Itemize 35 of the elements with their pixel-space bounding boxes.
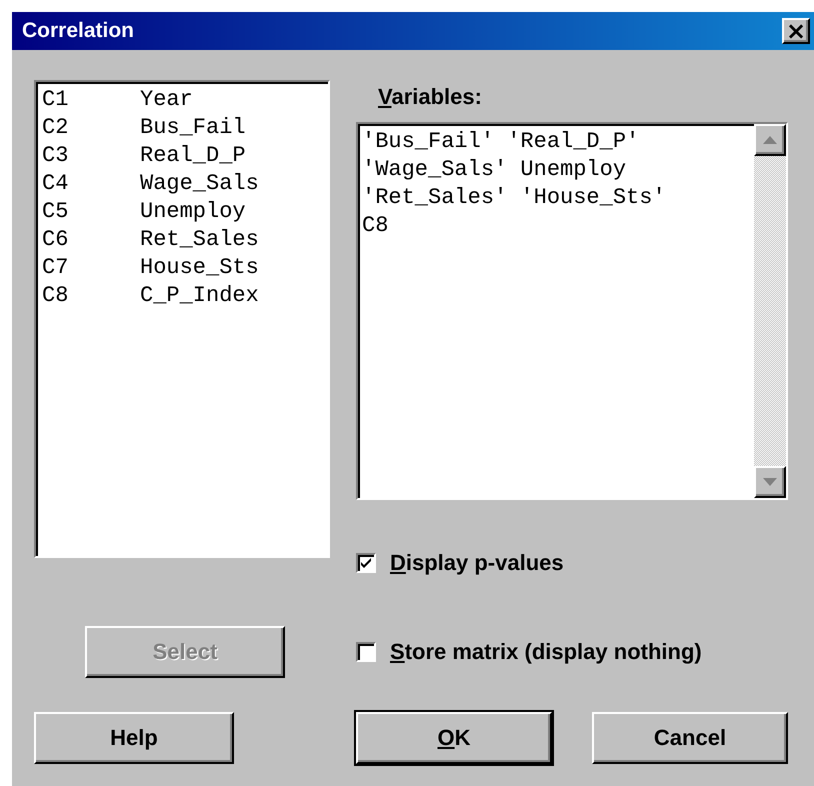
column-id: C1 (42, 86, 70, 114)
option-label[interactable]: Store matrix (display nothing) (390, 639, 702, 665)
column-name[interactable]: Bus_Fail (140, 114, 322, 142)
column-id: C5 (42, 198, 70, 226)
variables-text: 'Bus_Fail' 'Real_D_P' 'Wage_Sals' Unemploy 'Ret_Sales' 'House_Sts' C8 (361, 128, 667, 240)
column-id: C7 (42, 254, 70, 282)
column-name[interactable]: House_Sts (140, 254, 322, 282)
column-name[interactable]: Unemploy (140, 198, 322, 226)
column-id: C8 (42, 282, 70, 310)
column-id: C2 (42, 114, 70, 142)
option-label[interactable]: Display p-values (390, 550, 564, 576)
column-name[interactable]: Wage_Sals (140, 170, 322, 198)
scroll-down-button[interactable] (754, 466, 786, 498)
up-arrow-icon (763, 136, 777, 144)
checkbox[interactable] (356, 642, 376, 662)
scroll-up-button[interactable] (754, 124, 786, 156)
window-title: Correlation (22, 19, 134, 43)
checkbox[interactable] (356, 553, 376, 573)
column-name[interactable]: Year (140, 86, 322, 114)
dialog-button[interactable]: Help (34, 712, 234, 764)
column-name[interactable]: Ret_Sales (140, 226, 322, 254)
column-id: C6 (42, 226, 70, 254)
column-name[interactable]: Real_D_P (140, 142, 322, 170)
column-id: C3 (42, 142, 70, 170)
column-name[interactable]: C_P_Index (140, 282, 322, 310)
ok-button[interactable]: OK (356, 712, 552, 764)
check-icon (360, 557, 372, 569)
scrollbar[interactable] (754, 124, 786, 498)
column-list[interactable]: C1 Year C2 Bus_Fail C3 Real_D_P C4 Wage_Sals C5 Unemploy C6 Ret_Sales C7 House_Sts C8 C_P_Index (34, 80, 330, 558)
dialog-button[interactable]: Cancel (592, 712, 788, 764)
variables-label: Variables: (378, 84, 482, 110)
close-button[interactable]: × (782, 18, 810, 44)
variables-field[interactable]: 'Bus_Fail' 'Real_D_P' 'Wage_Sals' Unemploy 'Ret_Sales' 'House_Sts' C8 (356, 122, 788, 500)
column-id: C4 (42, 170, 70, 198)
down-arrow-icon (763, 478, 777, 486)
